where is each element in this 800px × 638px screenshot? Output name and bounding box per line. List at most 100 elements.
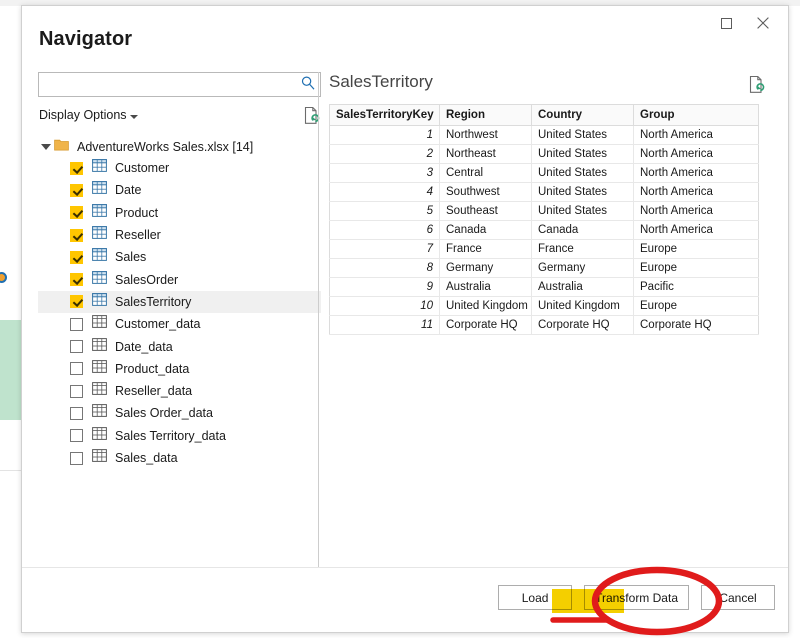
tree-item-label: Date_data xyxy=(115,340,173,354)
table-cell: 3 xyxy=(330,164,440,183)
named-range-icon xyxy=(92,382,107,400)
table-cell: 7 xyxy=(330,240,440,259)
table-row: 8GermanyGermanyEurope xyxy=(330,259,759,278)
tree-item-salesterritory[interactable]: SalesTerritory xyxy=(38,291,321,313)
dialog-footer: Load Transform Data Cancel xyxy=(22,567,788,632)
checkbox[interactable] xyxy=(70,206,83,219)
tree-item-label: Reseller xyxy=(115,228,161,242)
tree-item-date[interactable]: Date xyxy=(38,179,321,201)
table-cell: 8 xyxy=(330,259,440,278)
table-header-row: SalesTerritoryKeyRegionCountryGroup xyxy=(330,105,759,126)
table-cell: United Kingdom xyxy=(440,297,532,316)
checkbox[interactable] xyxy=(70,295,83,308)
column-header[interactable]: Group xyxy=(634,105,759,126)
tree-item-sales-data[interactable]: Sales_data xyxy=(38,447,321,469)
table-row: 1NorthwestUnited StatesNorth America xyxy=(330,126,759,145)
table-cell: North America xyxy=(634,145,759,164)
tree-item-salesorder[interactable]: SalesOrder xyxy=(38,268,321,290)
tree-item-product-data[interactable]: Product_data xyxy=(38,358,321,380)
table-cell: Corporate HQ xyxy=(634,316,759,335)
checkbox[interactable] xyxy=(70,407,83,420)
tree-item-label: Customer xyxy=(115,161,169,175)
search-input[interactable] xyxy=(38,72,321,97)
table-body: 1NorthwestUnited StatesNorth America2Nor… xyxy=(330,126,759,335)
transform-data-button[interactable]: Transform Data xyxy=(584,585,689,610)
tree-item-customer-data[interactable]: Customer_data xyxy=(38,313,321,335)
checkbox[interactable] xyxy=(70,318,83,331)
column-header[interactable]: Country xyxy=(532,105,634,126)
close-button[interactable] xyxy=(748,8,778,38)
table-icon xyxy=(92,159,107,177)
table-cell: United States xyxy=(532,126,634,145)
tree-item-reseller-data[interactable]: Reseller_data xyxy=(38,380,321,402)
table-cell: Australia xyxy=(532,278,634,297)
checkbox[interactable] xyxy=(70,362,83,375)
checkbox[interactable] xyxy=(70,162,83,175)
table-icon xyxy=(92,271,107,289)
table-cell: Canada xyxy=(532,221,634,240)
table-cell: France xyxy=(532,240,634,259)
table-cell: Southeast xyxy=(440,202,532,221)
table-row: 9AustraliaAustraliaPacific xyxy=(330,278,759,297)
table-cell: North America xyxy=(634,221,759,240)
checkbox[interactable] xyxy=(70,273,83,286)
pane-divider xyxy=(318,72,319,567)
maximize-button[interactable] xyxy=(711,8,741,38)
checkbox[interactable] xyxy=(70,340,83,353)
tree-item-sales-territory-data[interactable]: Sales Territory_data xyxy=(38,425,321,447)
tree-item-sales[interactable]: Sales xyxy=(38,246,321,268)
table-cell: North America xyxy=(634,126,759,145)
title-bar xyxy=(22,6,788,42)
cancel-button[interactable]: Cancel xyxy=(701,585,775,610)
tree-item-label: SalesOrder xyxy=(115,273,178,287)
load-button[interactable]: Load xyxy=(498,585,572,610)
tree-item-label: Customer_data xyxy=(115,317,200,331)
page-title: Navigator xyxy=(39,28,132,51)
table-cell: 6 xyxy=(330,221,440,240)
navigator-preview-pane: SalesTerritory SalesTerritoryKeyRegionCo… xyxy=(329,72,769,335)
tree-item-customer[interactable]: Customer xyxy=(38,157,321,179)
tree-item-sales-order-data[interactable]: Sales Order_data xyxy=(38,402,321,424)
chevron-down-icon[interactable] xyxy=(130,115,138,119)
table-cell: 11 xyxy=(330,316,440,335)
table-cell: United States xyxy=(532,145,634,164)
checkbox[interactable] xyxy=(70,251,83,264)
table-cell: North America xyxy=(634,202,759,221)
table-cell: Europe xyxy=(634,297,759,316)
table-cell: France xyxy=(440,240,532,259)
tree-item-date-data[interactable]: Date_data xyxy=(38,335,321,357)
checkbox[interactable] xyxy=(70,229,83,242)
checkbox[interactable] xyxy=(70,184,83,197)
table-cell: 10 xyxy=(330,297,440,316)
expander-icon[interactable] xyxy=(41,144,51,150)
tree-item-label: Date xyxy=(115,183,141,197)
column-header[interactable]: SalesTerritoryKey xyxy=(330,105,440,126)
tree-item-label: Product_data xyxy=(115,362,189,376)
display-options-row[interactable]: Display Options xyxy=(38,107,321,127)
table-row: 4SouthwestUnited StatesNorth America xyxy=(330,183,759,202)
table-cell: Europe xyxy=(634,240,759,259)
tree-root-node[interactable]: AdventureWorks Sales.xlsx [14] xyxy=(38,136,321,157)
table-cell: Southwest xyxy=(440,183,532,202)
column-header[interactable]: Region xyxy=(440,105,532,126)
folder-icon xyxy=(54,138,69,156)
named-range-icon xyxy=(92,449,107,467)
table-row: 6CanadaCanadaNorth America xyxy=(330,221,759,240)
tree-item-label: Sales Territory_data xyxy=(115,429,226,443)
source-object-tree: AdventureWorks Sales.xlsx [14] Customer … xyxy=(38,136,321,469)
checkbox[interactable] xyxy=(70,429,83,442)
table-cell: North America xyxy=(634,183,759,202)
tree-item-label: Sales xyxy=(115,250,146,264)
refresh-document-icon[interactable] xyxy=(749,75,766,99)
table-cell: 5 xyxy=(330,202,440,221)
tree-item-reseller[interactable]: Reseller xyxy=(38,224,321,246)
table-cell: 4 xyxy=(330,183,440,202)
display-options-label: Display Options xyxy=(39,108,127,122)
table-cell: Northwest xyxy=(440,126,532,145)
preview-header: SalesTerritory xyxy=(329,72,769,102)
tree-root-label: AdventureWorks Sales.xlsx [14] xyxy=(77,140,253,154)
tree-item-product[interactable]: Product xyxy=(38,202,321,224)
table-cell: Central xyxy=(440,164,532,183)
checkbox[interactable] xyxy=(70,452,83,465)
checkbox[interactable] xyxy=(70,385,83,398)
